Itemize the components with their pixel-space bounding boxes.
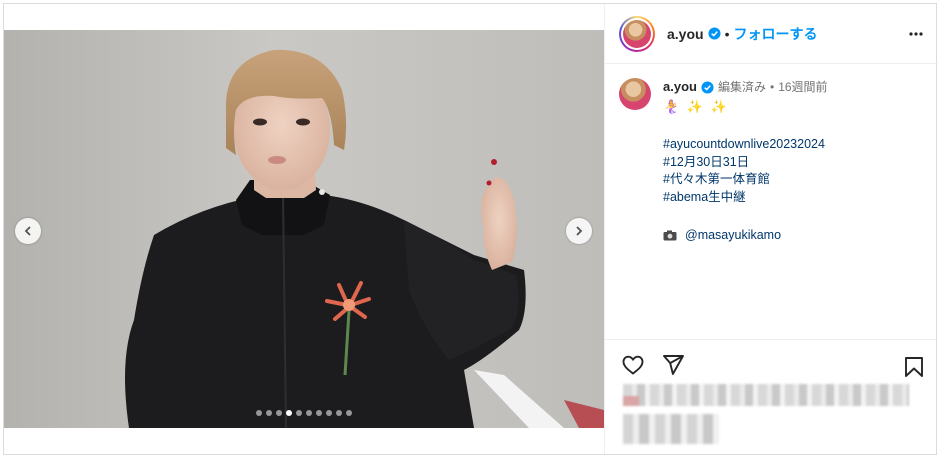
verified-badge-icon <box>701 80 714 94</box>
avatar-border <box>621 17 653 50</box>
blurred-secondary-info <box>623 414 719 444</box>
chevron-left-icon <box>24 226 31 236</box>
camera-icon <box>663 230 677 240</box>
carousel-indicator <box>256 410 352 416</box>
share-icon[interactable] <box>661 353 685 377</box>
post-caption: a.you 編集済み • 16週間前 🧜‍♀️ ✨ ✨ #ayucountdow… <box>619 78 919 244</box>
instagram-post-embed: a.you • フォローする a.you <box>3 3 938 455</box>
post-time: 16週間前 <box>778 80 828 94</box>
post-header: a.you • フォローする <box>605 4 938 64</box>
bookmark-icon[interactable] <box>902 355 926 379</box>
caption-emoji: 🧜‍♀️ ✨ ✨ <box>663 99 729 114</box>
verified-badge-icon <box>708 27 721 40</box>
hashtag-link[interactable]: #ayucountdownlive20232024 <box>663 136 828 154</box>
caption-username[interactable]: a.you <box>663 78 697 96</box>
edited-label: 編集済み <box>717 80 766 94</box>
post-side-panel: a.you • フォローする a.you <box>604 4 938 454</box>
hashtag-list: #ayucountdownlive20232024 #12月30日31日 #代々… <box>663 136 828 206</box>
header-separator: • <box>724 25 730 42</box>
carousel-dot <box>276 410 282 416</box>
chevron-right-icon <box>576 226 583 236</box>
avatar[interactable] <box>619 15 655 52</box>
hashtag-link[interactable]: #abema生中継 <box>663 189 828 207</box>
carousel-dot <box>306 410 312 416</box>
heart-icon[interactable] <box>621 353 645 377</box>
carousel-dot <box>326 410 332 416</box>
carousel-dot <box>286 410 292 416</box>
photo-illustration <box>4 30 604 428</box>
hashtag-link[interactable]: #12月30日31日 <box>663 154 828 172</box>
hashtag-link[interactable]: #代々木第一体育館 <box>663 171 828 189</box>
follow-button[interactable]: フォローする <box>733 24 817 44</box>
post-photo <box>4 30 604 428</box>
caption-avatar[interactable] <box>619 78 651 110</box>
carousel-dot <box>256 410 262 416</box>
carousel-prev-button[interactable] <box>15 218 41 244</box>
more-horizontal-icon[interactable] <box>908 26 924 42</box>
credit-mention-link[interactable]: @masayukikamo <box>685 226 781 244</box>
post-action-bar <box>605 339 938 389</box>
carousel-dot <box>296 410 302 416</box>
post-media <box>4 4 604 454</box>
photo-credit: @masayukikamo <box>663 226 828 244</box>
carousel-dot <box>266 410 272 416</box>
blurred-likes-info <box>623 384 909 406</box>
header-username[interactable]: a.you <box>667 26 704 42</box>
carousel-dot <box>336 410 342 416</box>
carousel-dot <box>316 410 322 416</box>
carousel-dot <box>346 410 352 416</box>
meta-dot: • <box>769 80 775 94</box>
carousel-next-button[interactable] <box>566 218 592 244</box>
avatar-image <box>623 19 651 48</box>
